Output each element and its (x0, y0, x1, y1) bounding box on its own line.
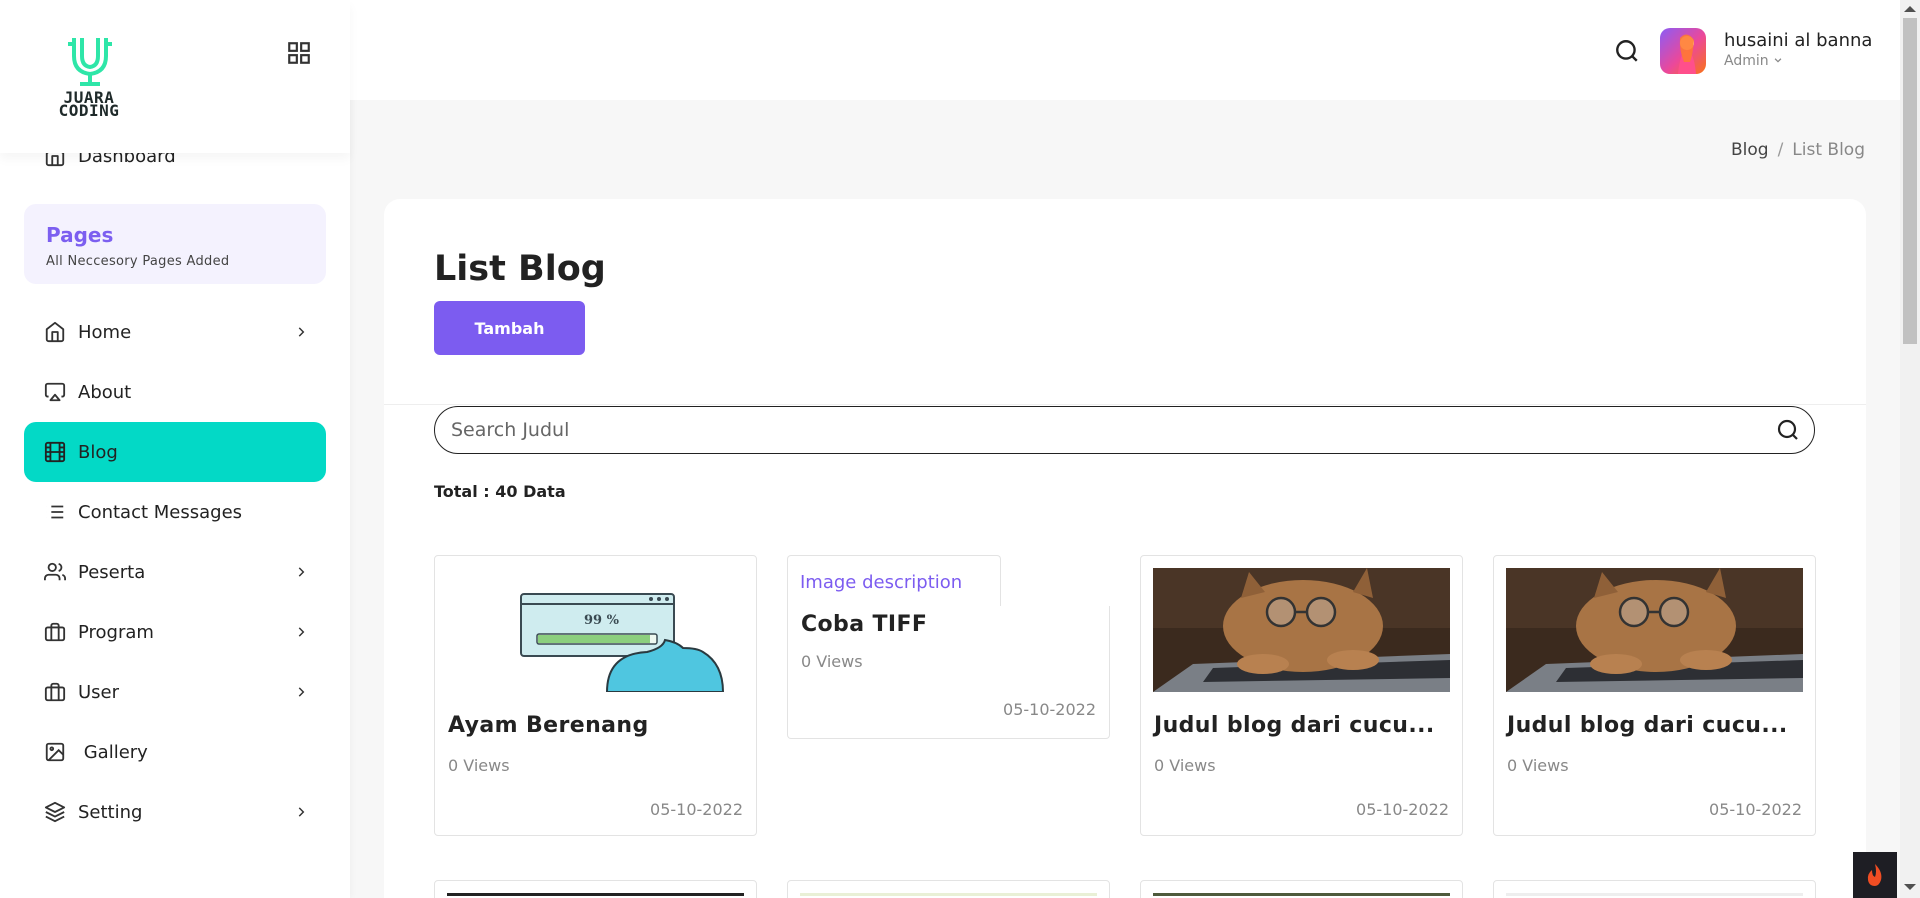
cat-photo-icon (1506, 568, 1803, 692)
cat-photo-icon (1153, 568, 1450, 692)
sidebar-item-label: Gallery (78, 741, 148, 763)
breadcrumb: Blog / List Blog (1731, 140, 1865, 160)
sidebar-item-about[interactable]: About (24, 362, 326, 422)
sidebar-item-label: Home (78, 321, 132, 343)
loading-illustration-icon (447, 568, 744, 692)
blog-card-views: 0 Views (1507, 756, 1569, 775)
image-alt-text: Image description (800, 572, 963, 593)
sidebar-item-label: About (78, 381, 132, 403)
film-icon (44, 441, 66, 463)
blog-card-date: 05-10-2022 (650, 800, 743, 819)
home-icon (45, 321, 65, 343)
sidebar-item-program[interactable]: Program (24, 602, 326, 662)
sidebar-item-home[interactable]: Home (24, 302, 326, 362)
chevron-right-icon (298, 627, 305, 637)
chevron-right-icon (298, 807, 305, 817)
blog-card-image (1506, 893, 1803, 896)
sidebar-item-blog[interactable]: Blog (24, 422, 326, 482)
search-icon[interactable] (1776, 418, 1800, 442)
sidebar-item-gallery[interactable]: Gallery (24, 722, 326, 782)
briefcase-icon (44, 682, 66, 702)
blog-card-title: Coba TIFF (801, 612, 928, 637)
content-card: List Blog Tambah Total : 40 Data 99 % Ay… (384, 199, 1866, 898)
users-icon (44, 562, 66, 581)
blog-card[interactable]: 99 % Ayam Berenang 0 Views 05-10-2022 (434, 555, 757, 836)
blog-card-image (1506, 568, 1803, 692)
fire-icon (1867, 864, 1882, 886)
user-role-label: Admin (1724, 53, 1769, 69)
blog-card[interactable] (434, 880, 757, 898)
blog-card-date: 05-10-2022 (1709, 800, 1802, 819)
broken-image-placeholder: Image description (787, 555, 1001, 607)
chevron-right-icon (298, 567, 305, 577)
blog-card[interactable] (1140, 880, 1463, 898)
logo-text: JUARA CODING (58, 88, 120, 120)
blog-card-title: Ayam Berenang (448, 713, 649, 738)
blog-card-views: 0 Views (448, 756, 510, 775)
sidebar-item-label: Program (78, 621, 154, 643)
blog-card-date: 05-10-2022 (1356, 800, 1449, 819)
add-button[interactable]: Tambah (434, 301, 585, 355)
briefcase-icon (44, 622, 66, 642)
sidebar-item-label: User (78, 681, 120, 703)
sidebar-item-setting[interactable]: Setting (24, 782, 326, 842)
sidebar-item-contact-messages[interactable]: Contact Messages (24, 482, 326, 542)
sidebar-item-label: Blog (78, 441, 118, 463)
scroll-up-arrow-icon[interactable] (1904, 6, 1916, 12)
chevron-right-icon (298, 687, 305, 697)
grid-menu-icon[interactable] (286, 40, 312, 66)
user-role-dropdown[interactable]: Admin (1724, 53, 1783, 69)
blog-card-image (1153, 893, 1450, 896)
search-icon[interactable] (1614, 38, 1640, 64)
blog-card[interactable]: Image description Coba TIFF 0 Views 05-1… (787, 555, 1110, 739)
pages-subtitle: All Neccesory Pages Added (46, 254, 230, 269)
blog-card-views: 0 Views (1154, 756, 1216, 775)
blog-card-date: 05-10-2022 (1003, 700, 1096, 719)
breadcrumb-link-blog[interactable]: Blog (1731, 140, 1769, 160)
total-count: Total : 40 Data (434, 482, 566, 501)
pages-section: Pages All Neccesory Pages Added (24, 204, 326, 284)
blog-card-title: Judul blog dari cucu... (1507, 713, 1788, 738)
blog-card-title: Judul blog dari cucu... (1154, 713, 1435, 738)
pages-title: Pages (46, 223, 114, 247)
sidebar-item-peserta[interactable]: Peserta (24, 542, 326, 602)
scroll-down-arrow-icon[interactable] (1904, 884, 1916, 890)
breadcrumb-current: List Blog (1792, 140, 1865, 160)
divider (384, 404, 1866, 405)
blog-card[interactable]: Judul blog dari cucu... 0 Views 05-10-20… (1140, 555, 1463, 836)
image-icon (45, 742, 65, 762)
page-title: List Blog (434, 249, 606, 289)
search-input[interactable] (451, 407, 1751, 452)
illustration-percent-text: 99 % (584, 613, 619, 628)
search-bar (434, 406, 1815, 454)
floating-fire-button[interactable] (1853, 852, 1897, 898)
blog-card-body: Coba TIFF 0 Views 05-10-2022 (787, 606, 1110, 739)
blog-card-image: 99 % (447, 568, 744, 692)
breadcrumb-separator: / (1777, 140, 1784, 160)
blog-card-views: 0 Views (801, 652, 863, 671)
sidebar-item-label: Setting (78, 801, 143, 823)
user-name: husaini al banna (1724, 30, 1873, 51)
brand-header: JUARA CODING (0, 0, 350, 153)
blog-card[interactable] (1493, 880, 1816, 898)
avatar[interactable] (1660, 28, 1706, 74)
blog-card[interactable] (787, 880, 1110, 898)
sidebar-item-label: Contact Messages (78, 501, 243, 523)
sidebar-item-label: Peserta (78, 561, 146, 583)
scrollbar-thumb[interactable] (1903, 18, 1917, 344)
layers-icon (44, 801, 66, 823)
blog-card[interactable]: Judul blog dari cucu... 0 Views 05-10-20… (1493, 555, 1816, 836)
sidebar-item-user[interactable]: User (24, 662, 326, 722)
avatar-figure-icon (1678, 34, 1696, 74)
sidebar: JUARA CODING Dashboard Pages All Neccesor… (0, 0, 350, 898)
blog-card-image (447, 893, 744, 896)
chevron-right-icon (298, 327, 305, 337)
blog-card-image (800, 893, 1097, 896)
blog-card-image (1153, 568, 1450, 692)
list-icon (46, 505, 64, 519)
airplay-icon (44, 382, 66, 402)
chevron-down-icon (1774, 58, 1782, 63)
